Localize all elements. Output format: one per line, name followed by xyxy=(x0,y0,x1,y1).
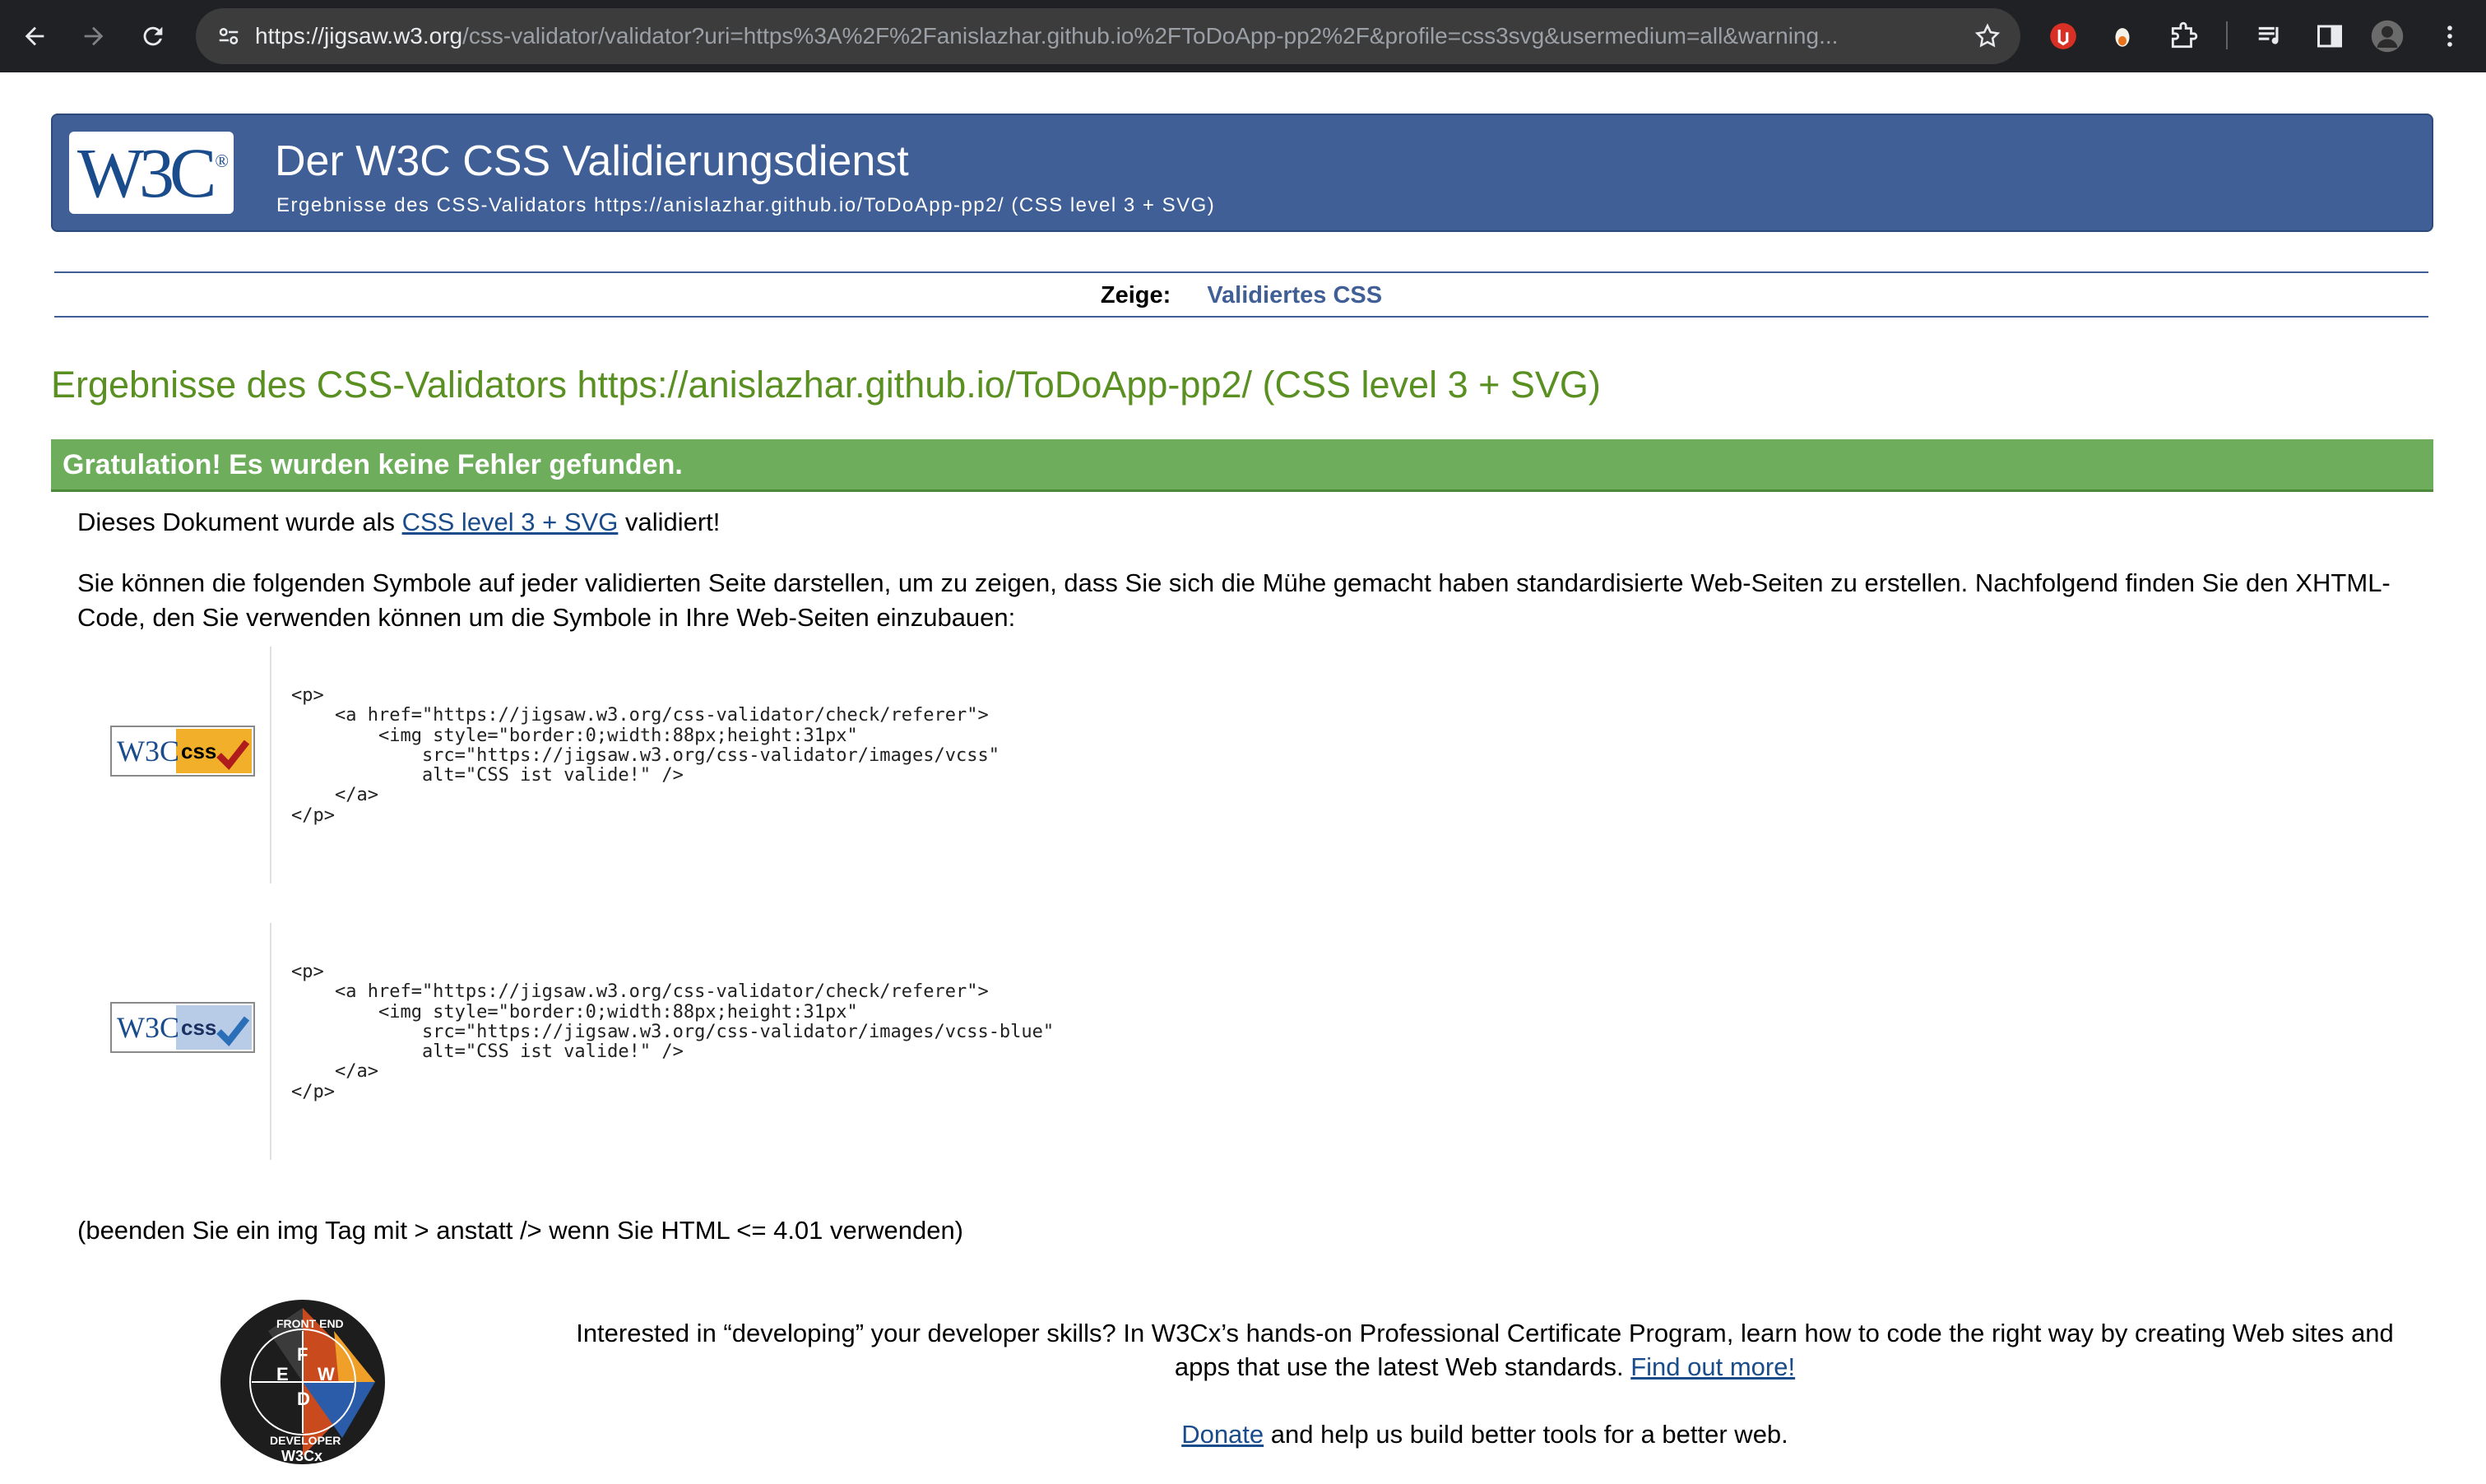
view-divider-bottom xyxy=(54,316,2428,318)
code-divider xyxy=(270,647,271,883)
find-out-more-link[interactable]: Find out more! xyxy=(1630,1352,1795,1381)
extension-red-icon[interactable] xyxy=(2043,16,2083,56)
back-icon[interactable] xyxy=(10,12,59,61)
w3c-logo-text: W3C ® xyxy=(77,133,230,212)
results-heading: Ergebnisse des CSS-Validators https://an… xyxy=(51,364,1601,406)
media-controls-icon[interactable] xyxy=(2251,16,2290,56)
browser-toolbar: https://jigsaw.w3.org/css-validator/vali… xyxy=(0,0,2486,72)
profile-avatar-icon[interactable] xyxy=(2368,16,2407,56)
header-title: Der W3C CSS Validierungsdienst xyxy=(275,137,909,185)
symbols-explanation: Sie können die folgenden Symbole auf jed… xyxy=(77,568,2391,632)
success-banner: Gratulation! Es wurden keine Fehler gefu… xyxy=(51,439,2433,492)
view-divider-top xyxy=(54,271,2428,273)
badge-snippet-code[interactable]: <p> <a href="https://jigsaw.w3.org/css-v… xyxy=(291,685,1000,826)
header-subtitle: Ergebnisse des CSS-Validators https://an… xyxy=(276,194,1216,216)
validated-statement: Dieses Dokument wurde als CSS level 3 + … xyxy=(77,508,721,536)
badge-css-text: css xyxy=(181,1015,216,1040)
css-valid-blue-badge[interactable]: W3C css xyxy=(110,1002,255,1053)
svg-text:DEVELOPER: DEVELOPER xyxy=(270,1434,341,1447)
html-note: (beenden Sie ein img Tag mit > anstatt /… xyxy=(77,1216,964,1245)
svg-text:E: E xyxy=(276,1364,289,1384)
svg-text:F: F xyxy=(297,1344,308,1365)
chrome-menu-icon[interactable] xyxy=(2430,16,2470,56)
reload-icon[interactable] xyxy=(128,12,178,61)
extension-flame-icon[interactable] xyxy=(2103,16,2142,56)
side-panel-icon[interactable] xyxy=(2310,16,2349,56)
css-profile-link[interactable]: CSS level 3 + SVG xyxy=(402,508,619,536)
badge-code-block: W3C css <p> <a href="https://jigsaw.w3.o… xyxy=(77,647,1311,883)
success-message: Gratulation! Es wurden keine Fehler gefu… xyxy=(63,449,683,480)
url-path: /css-validator/validator?uri=https%3A%2F… xyxy=(462,23,1839,49)
donate-link[interactable]: Donate xyxy=(1181,1420,1264,1449)
url-text[interactable]: https://jigsaw.w3.org/css-validator/vali… xyxy=(255,8,1950,64)
bookmark-star-icon[interactable] xyxy=(1968,16,2007,56)
forward-icon[interactable] xyxy=(69,12,118,61)
view-selector: Zeige: Validiertes CSS xyxy=(54,275,2428,316)
donate-message: Donate and help us build better tools fo… xyxy=(1181,1420,1788,1449)
badge-w3c-text: W3C xyxy=(117,735,179,768)
validator-header: W3C ® Der W3C CSS Validierungsdienst Erge… xyxy=(51,114,2433,232)
promo-message: Interested in “developing” your develope… xyxy=(576,1319,2394,1381)
badge-css-text: css xyxy=(181,739,216,763)
badge-snippet-code-blue[interactable]: <p> <a href="https://jigsaw.w3.org/css-v… xyxy=(291,962,1054,1102)
w3cx-frontend-badge[interactable]: FRONT END DEVELOPER F E W D W3Cx xyxy=(219,1298,387,1466)
validated-css-link[interactable]: Validiertes CSS xyxy=(1207,282,1382,309)
w3c-logo[interactable]: W3C ® xyxy=(69,132,234,214)
svg-text:W: W xyxy=(318,1364,335,1384)
url-host: https://jigsaw.w3.org xyxy=(255,23,463,49)
badge-code-block-blue: W3C css <p> <a href="https://jigsaw.w3.o… xyxy=(77,923,1311,1160)
css-valid-badge[interactable]: W3C css xyxy=(110,726,255,777)
svg-text:FRONT END: FRONT END xyxy=(276,1317,344,1330)
svg-text:W3Cx: W3Cx xyxy=(281,1448,322,1464)
badge-w3c-text: W3C xyxy=(117,1011,179,1044)
site-info-icon[interactable] xyxy=(211,18,247,54)
toolbar-separator xyxy=(2226,21,2228,49)
svg-text:D: D xyxy=(297,1389,310,1409)
address-bar[interactable]: https://jigsaw.w3.org/css-validator/vali… xyxy=(196,8,2020,64)
view-label: Zeige: xyxy=(1100,281,1171,308)
extensions-puzzle-icon[interactable] xyxy=(2164,16,2203,56)
code-divider xyxy=(270,923,271,1160)
